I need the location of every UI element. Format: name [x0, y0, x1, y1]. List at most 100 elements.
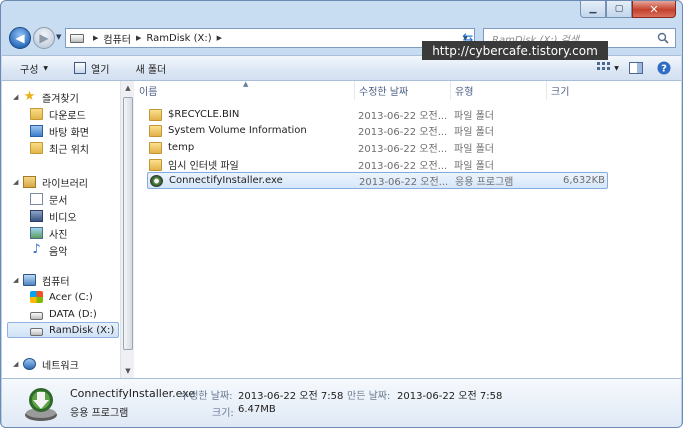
nav-item-music[interactable]: ♪ 음악 — [30, 242, 67, 258]
close-icon: ✕ — [649, 2, 659, 16]
view-options-icon — [597, 62, 611, 70]
column-header-label: 유형 — [455, 87, 474, 98]
minimize-button[interactable]: ▁ — [580, 1, 606, 18]
column-header-date[interactable]: 수정한 날짜 — [355, 81, 451, 100]
breadcrumb-computer[interactable]: 컴퓨터 — [103, 31, 131, 46]
file-name: $RECYCLE.BIN — [168, 109, 240, 120]
help-button[interactable]: ? — [653, 58, 675, 78]
scroll-down-icon[interactable]: ▼ — [121, 364, 135, 378]
file-row[interactable]: temp 2013-06-22 오전... 파일 폴더 — [147, 139, 608, 156]
organize-button[interactable]: 구성 ▼ — [12, 57, 56, 79]
music-icon: ♪ — [32, 242, 41, 257]
nav-item-label: 음악 — [49, 246, 68, 258]
nav-item-drive-d[interactable]: DATA (D:) — [30, 306, 97, 322]
open-button[interactable]: 열기 — [66, 57, 117, 79]
column-header-label: 이름 — [139, 87, 158, 98]
forward-arrow-icon: ▶ — [39, 31, 49, 45]
folder-icon — [149, 108, 162, 121]
nav-item-label: 다운로드 — [49, 110, 86, 122]
chevron-down-icon: ▼ — [614, 64, 619, 72]
downloads-folder-icon — [30, 108, 43, 120]
nav-item-label: DATA (D:) — [49, 308, 97, 320]
details-modified-value: 2013-06-22 오전 7:58 — [238, 391, 344, 402]
nav-item-drive-x[interactable]: RamDisk (X:) — [7, 322, 119, 338]
svg-text:?: ? — [661, 64, 667, 75]
breadcrumb-separator-icon[interactable]: ▶ — [93, 34, 98, 42]
file-date: 2013-06-22 오전... — [359, 177, 449, 188]
installer-app-icon — [150, 174, 163, 187]
file-row-selected[interactable]: ConnectifyInstaller.exe 2013-06-22 오전...… — [147, 172, 608, 189]
file-row[interactable]: $RECYCLE.BIN 2013-06-22 오전... 파일 폴더 — [147, 106, 608, 123]
watermark-url: http://cybercafe.tistory.com — [422, 41, 608, 60]
new-folder-button[interactable]: 새 폴더 — [127, 57, 174, 79]
nav-item-pictures[interactable]: 사진 — [30, 225, 67, 241]
breadcrumb-separator-icon[interactable]: ▶ — [136, 34, 141, 42]
file-row[interactable]: System Volume Information 2013-06-22 오전.… — [147, 122, 608, 139]
nav-item-videos[interactable]: 비디오 — [30, 208, 77, 224]
windows-drive-icon — [30, 291, 43, 303]
nav-network[interactable]: 네트워크 — [23, 356, 79, 372]
nav-item-drive-c[interactable]: Acer (C:) — [30, 289, 93, 305]
nav-item-documents[interactable]: 문서 — [30, 191, 67, 207]
file-date: 2013-06-22 오전... — [358, 161, 448, 172]
open-icon — [74, 62, 87, 74]
column-header-label: 수정한 날짜 — [359, 87, 409, 98]
expand-icon[interactable]: ◢ — [13, 276, 18, 284]
libraries-icon — [23, 176, 36, 188]
nav-favorites-label: 즐겨찾기 — [42, 93, 79, 105]
nav-computer[interactable]: 컴퓨터 — [23, 272, 70, 288]
nav-favorites[interactable]: ★ 즐겨찾기 — [23, 89, 79, 105]
nav-item-desktop[interactable]: 바탕 화면 — [30, 123, 89, 139]
details-created-label: 만든 날짜: — [347, 391, 391, 402]
navigation-pane[interactable]: ◢ ★ 즐겨찾기 다운로드 바탕 화면 최근 위치 ◢ 라이브러리 문서 비디오… — [2, 81, 120, 378]
recent-pages-dropdown-icon[interactable]: ▼ — [56, 33, 61, 41]
change-view-button[interactable]: ▼ — [597, 58, 619, 78]
scrollbar-thumb[interactable] — [123, 97, 133, 350]
folder-icon — [149, 141, 162, 154]
nav-item-downloads[interactable]: 다운로드 — [30, 106, 86, 122]
file-name: System Volume Information — [168, 125, 307, 136]
close-button[interactable]: ✕ — [632, 1, 676, 18]
nav-item-label: 문서 — [49, 195, 68, 207]
sort-ascending-icon: ▲ — [243, 80, 249, 88]
column-header-name[interactable]: ▲ 이름 — [135, 80, 355, 100]
nav-item-label: 바탕 화면 — [49, 127, 89, 139]
preview-pane-button[interactable] — [625, 58, 647, 78]
forward-button[interactable]: ▶ — [33, 27, 55, 49]
nav-item-recent-places[interactable]: 최근 위치 — [30, 140, 89, 156]
back-button[interactable]: ◀ — [9, 27, 31, 49]
expand-icon[interactable]: ◢ — [13, 178, 18, 186]
file-date: 2013-06-22 오전... — [358, 111, 448, 122]
folder-icon — [149, 158, 162, 171]
videos-icon — [30, 210, 43, 222]
nav-libraries-label: 라이브러리 — [42, 178, 88, 190]
navigation-scrollbar[interactable]: ▲ ▼ — [120, 81, 134, 378]
file-list: ▲ 이름 수정한 날짜 유형 크기 $RECYCLE.BIN 2013-06-2… — [135, 80, 681, 378]
nav-libraries[interactable]: 라이브러리 — [23, 174, 88, 190]
file-type: 응용 프로그램 — [455, 177, 514, 188]
expand-icon[interactable]: ◢ — [13, 93, 18, 101]
toolbar-right: ▼ ? — [591, 58, 681, 78]
details-size-value: 6.47MB — [238, 404, 276, 415]
file-date: 2013-06-22 오전... — [358, 127, 448, 138]
explorer-window: ▁ ▢ ✕ ◀ ▶ ▼ ▶ 컴퓨터 ▶ RamDisk (X:) ▶ ▼ ⇆ R… — [0, 0, 683, 428]
network-icon — [23, 358, 36, 370]
breadcrumb-ramdisk[interactable]: RamDisk (X:) — [146, 33, 211, 44]
details-filetype: 응용 프로그램 — [70, 408, 129, 419]
scroll-up-icon[interactable]: ▲ — [121, 81, 135, 95]
file-row[interactable]: 임시 인터넷 파일 2013-06-22 오전... 파일 폴더 — [147, 156, 608, 173]
column-header-type[interactable]: 유형 — [451, 81, 547, 100]
nav-item-label: RamDisk (X:) — [49, 324, 115, 336]
computer-icon — [23, 274, 36, 286]
expand-icon[interactable]: ◢ — [13, 360, 18, 368]
address-bar[interactable]: ▶ 컴퓨터 ▶ RamDisk (X:) ▶ ▼ — [65, 28, 475, 48]
maximize-icon: ▢ — [614, 4, 624, 14]
column-header-size[interactable]: 크기 — [547, 81, 607, 100]
file-type: 파일 폴더 — [454, 144, 494, 155]
drive-icon — [30, 327, 43, 336]
minimize-icon: ▁ — [589, 4, 597, 14]
nav-computer-label: 컴퓨터 — [42, 276, 70, 288]
maximize-button[interactable]: ▢ — [606, 1, 632, 18]
breadcrumb-separator-icon[interactable]: ▶ — [217, 34, 222, 42]
chevron-down-icon: ▼ — [43, 64, 49, 72]
